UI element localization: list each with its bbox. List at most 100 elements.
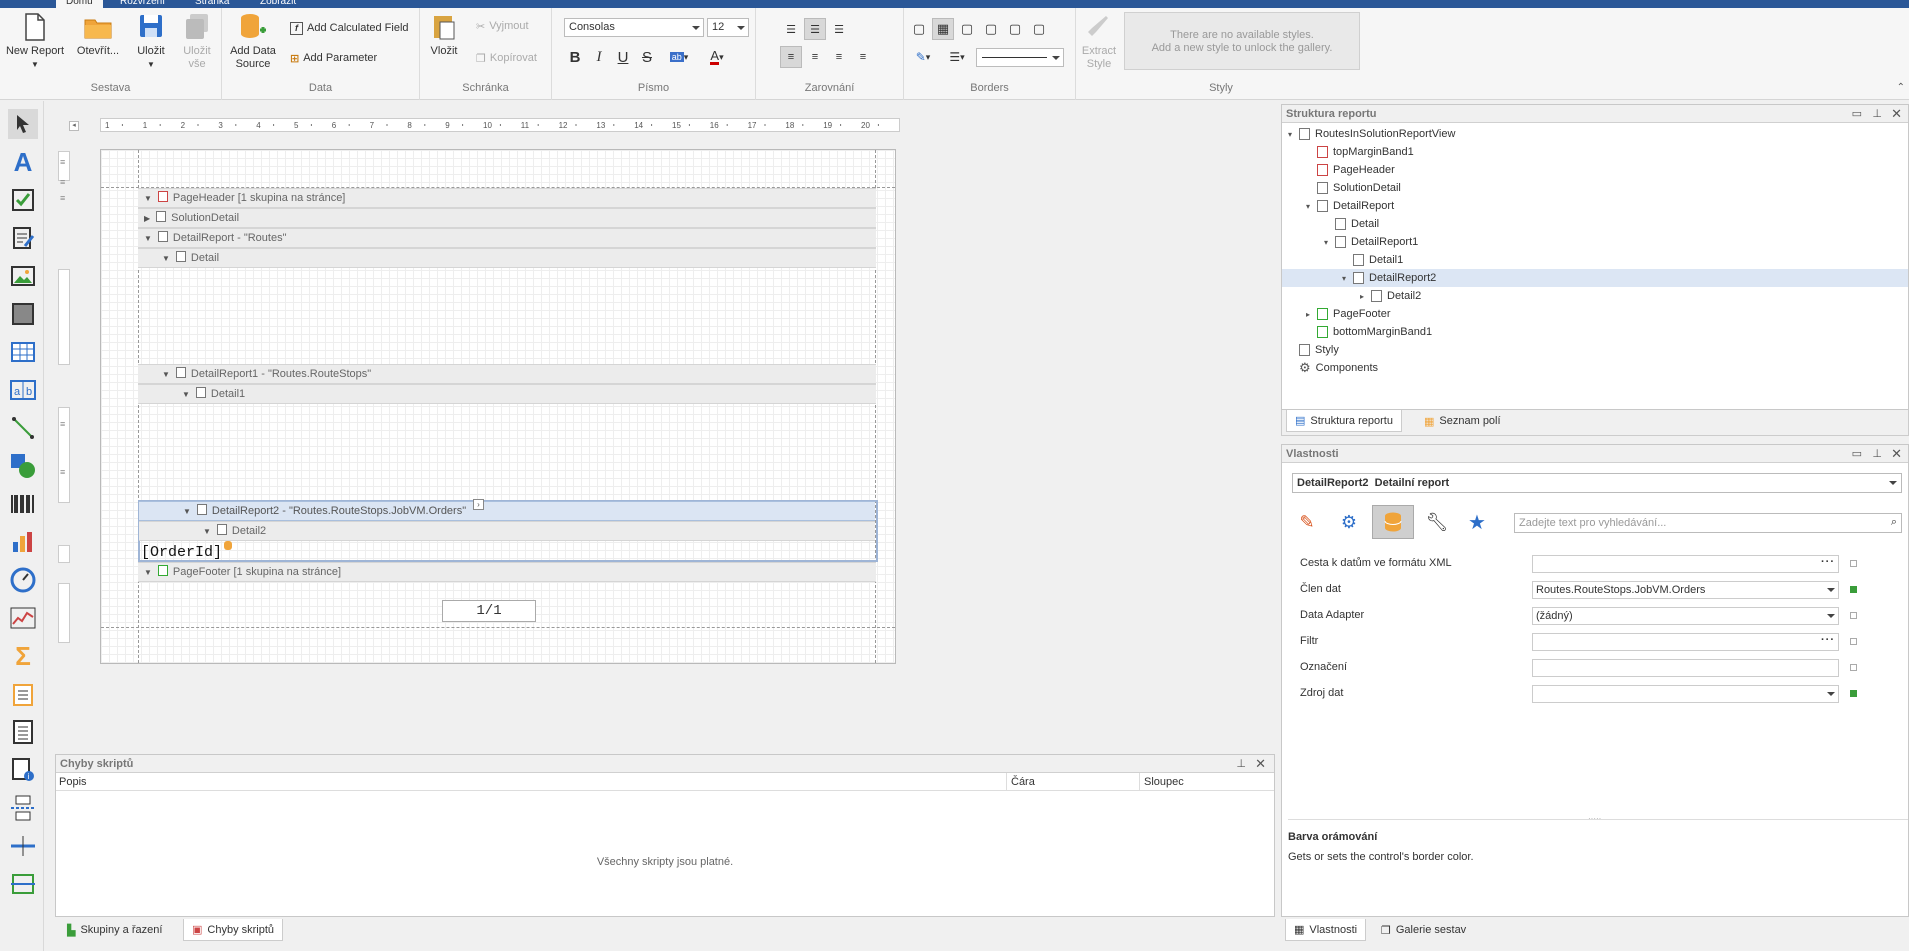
band-detail-report2[interactable]: ▼ DetailReport2 - "Routes.RouteStops.JobV… bbox=[139, 499, 875, 521]
font-color-button[interactable]: A ▾ bbox=[702, 46, 732, 68]
border-color-button[interactable]: ✎ ▾ bbox=[908, 46, 938, 68]
design-surface[interactable]: ◂ 1 1 2 3 4 5 6 7 8 9 10 11 12 13 14 15 16 17 18 19 20 ≡ ≡ ≡… bbox=[45, 101, 1275, 753]
prop-value-xml-path[interactable]: ··· bbox=[1532, 555, 1839, 573]
underline-button[interactable]: U bbox=[612, 46, 634, 68]
align-right-button[interactable]: ≡ bbox=[828, 46, 850, 68]
align-top-button[interactable]: ☰ bbox=[780, 18, 802, 40]
maximize-icon[interactable]: ▭ bbox=[1852, 105, 1862, 123]
tree-node-detail-report[interactable]: ▾ DetailReport bbox=[1304, 197, 1394, 215]
tab-script-errors[interactable]: ▣ Chyby skriptů bbox=[183, 919, 284, 941]
character-comb-tool[interactable]: ab bbox=[8, 375, 38, 405]
pin-icon[interactable]: ⊥ bbox=[1872, 105, 1882, 123]
tree-node-page-header[interactable]: PageHeader bbox=[1304, 161, 1395, 179]
tree-node-detail-report1[interactable]: ▾ DetailReport1 bbox=[1322, 233, 1418, 251]
column-popis[interactable]: Popis bbox=[59, 776, 87, 788]
table-tool[interactable] bbox=[8, 337, 38, 367]
tree-node-detail[interactable]: Detail bbox=[1322, 215, 1379, 233]
copy-button[interactable]: ❐ Kopírovat bbox=[476, 48, 537, 68]
new-report-button[interactable]: New Report ▼ bbox=[4, 12, 66, 71]
tree-node-bottom-margin[interactable]: bottomMarginBand1 bbox=[1304, 323, 1432, 341]
cut-button[interactable]: ✂ Vyjmout bbox=[476, 16, 529, 36]
page-info-field[interactable]: 1/1 bbox=[442, 600, 536, 622]
orderid-field[interactable]: [OrderId] bbox=[140, 541, 876, 561]
appearance-category-button[interactable]: ✎ bbox=[1292, 507, 1322, 537]
selected-object-combo[interactable]: DetailReport2 Detailní report bbox=[1292, 473, 1902, 493]
description-splitter[interactable]: ····· bbox=[1288, 814, 1908, 823]
border-none-button[interactable]: ▢ bbox=[908, 18, 930, 40]
collapse-ribbon-icon[interactable]: ⌃ bbox=[1897, 82, 1905, 93]
add-parameter-button[interactable]: ⊞ Add Parameter bbox=[290, 48, 377, 68]
band-handle[interactable]: ≡ bbox=[60, 468, 68, 477]
style-gallery[interactable]: There are no available styles. Add a new… bbox=[1124, 12, 1360, 70]
border-top-button[interactable]: ▢ bbox=[980, 18, 1002, 40]
save-button[interactable]: Uložit ▼ bbox=[130, 12, 172, 71]
tab-page[interactable]: Stránka bbox=[185, 0, 239, 8]
tree-node-solution-detail[interactable]: SolutionDetail bbox=[1304, 179, 1401, 197]
prop-row-tag[interactable]: Označení bbox=[1292, 657, 1904, 679]
tab-layout[interactable]: Rozvržení bbox=[110, 0, 175, 8]
italic-button[interactable]: I bbox=[588, 46, 610, 68]
bold-button[interactable]: B bbox=[564, 46, 586, 68]
paste-button[interactable]: Vložit bbox=[424, 12, 464, 58]
font-size-combo[interactable]: 12 bbox=[707, 18, 749, 37]
prop-value-tag[interactable] bbox=[1532, 659, 1839, 677]
property-search-input[interactable]: Zadejte text pro vyhledávání... ⌕ bbox=[1514, 513, 1902, 533]
highlight-color-button[interactable]: ab ▾ bbox=[664, 46, 694, 68]
cross-band-box-tool[interactable] bbox=[8, 869, 38, 899]
summary-tool[interactable]: Σ bbox=[8, 641, 38, 671]
band-detail2[interactable]: ▼ Detail2 bbox=[139, 521, 875, 541]
prop-row-xml-path[interactable]: Cesta k datům ve formátu XML ··· bbox=[1292, 553, 1904, 575]
tab-view[interactable]: Zobrazit bbox=[250, 0, 306, 8]
border-dash-combo[interactable] bbox=[976, 48, 1064, 67]
favorites-category-button[interactable]: ★ bbox=[1462, 507, 1492, 537]
ellipsis-button[interactable]: ··· bbox=[1821, 554, 1835, 570]
save-all-button[interactable]: Uložit vše bbox=[176, 12, 218, 71]
border-left-button[interactable]: ▢ bbox=[956, 18, 978, 40]
align-left-button[interactable]: ≡ bbox=[780, 46, 802, 68]
panel-tool[interactable] bbox=[8, 299, 38, 329]
prop-value-filter[interactable]: ··· bbox=[1532, 633, 1839, 651]
align-middle-button[interactable]: ☰ bbox=[804, 18, 826, 40]
gauge-tool[interactable] bbox=[8, 565, 38, 595]
tab-report-structure[interactable]: ▤ Struktura reportu bbox=[1286, 410, 1402, 432]
tab-home[interactable]: Domů bbox=[56, 0, 103, 8]
shape-tool[interactable] bbox=[8, 451, 38, 481]
pin-icon[interactable]: ⊥ bbox=[1872, 445, 1882, 463]
report-page[interactable]: ▼ PageHeader [1 skupina na stránce] ▶ Solu… bbox=[100, 149, 896, 664]
extract-style-button[interactable]: Extract Style bbox=[1078, 12, 1120, 71]
open-button[interactable]: Otevřít... bbox=[72, 12, 124, 58]
band-detail[interactable]: ▼ Detail bbox=[138, 248, 876, 268]
prop-row-data-member[interactable]: Člen dat Routes.RouteStops.JobVM.Orders bbox=[1292, 579, 1904, 601]
prop-value-data-source[interactable] bbox=[1532, 685, 1839, 703]
sparkline-tool[interactable] bbox=[8, 603, 38, 633]
prop-row-data-source[interactable]: Zdroj dat bbox=[1292, 683, 1904, 705]
border-width-button[interactable]: ☰ ▾ bbox=[942, 46, 972, 68]
tab-report-gallery[interactable]: ❐ Galerie sestav bbox=[1373, 919, 1474, 941]
picture-tool[interactable] bbox=[8, 261, 38, 291]
band-solution-detail[interactable]: ▶ SolutionDetail bbox=[138, 208, 876, 228]
tab-properties[interactable]: ▦ Vlastnosti bbox=[1285, 919, 1367, 941]
align-center-button[interactable]: ≡ bbox=[804, 46, 826, 68]
tab-groups-sorting[interactable]: ▙ Skupiny a řazení bbox=[59, 919, 170, 941]
border-bottom-button[interactable]: ▢ bbox=[1028, 18, 1050, 40]
chart-tool[interactable] bbox=[8, 527, 38, 557]
close-icon[interactable]: ✕ bbox=[1891, 105, 1902, 123]
table-of-contents-tool[interactable]: i bbox=[8, 755, 38, 785]
add-calculated-field-button[interactable]: f Add Calculated Field bbox=[290, 18, 409, 38]
tree-node-detail1[interactable]: Detail1 bbox=[1340, 251, 1403, 269]
strikethrough-button[interactable]: S bbox=[636, 46, 658, 68]
barcode-tool[interactable] bbox=[8, 489, 38, 519]
tree-node-components[interactable]: ⚙ Components bbox=[1286, 359, 1378, 377]
prop-row-filter[interactable]: Filtr ··· bbox=[1292, 631, 1904, 653]
maximize-icon[interactable]: ▭ bbox=[1852, 445, 1862, 463]
band-page-footer[interactable]: ▼ PageFooter [1 skupina na stránce] bbox=[138, 562, 876, 582]
band-handle[interactable]: ≡ bbox=[60, 178, 68, 187]
close-icon[interactable]: ✕ bbox=[1891, 445, 1902, 463]
prop-value-data-adapter[interactable]: (žádný) bbox=[1532, 607, 1839, 625]
band-detail-report1[interactable]: ▼ DetailReport1 - "Routes.RouteStops" bbox=[138, 364, 876, 384]
data-category-button[interactable] bbox=[1372, 505, 1414, 539]
line-tool[interactable] bbox=[8, 413, 38, 443]
tree-node-detail-report2[interactable]: ▾ DetailReport2 bbox=[1340, 269, 1436, 287]
tree-node-root[interactable]: ▾ RoutesInSolutionReportView bbox=[1286, 125, 1455, 143]
tree-node-top-margin[interactable]: topMarginBand1 bbox=[1304, 143, 1414, 161]
